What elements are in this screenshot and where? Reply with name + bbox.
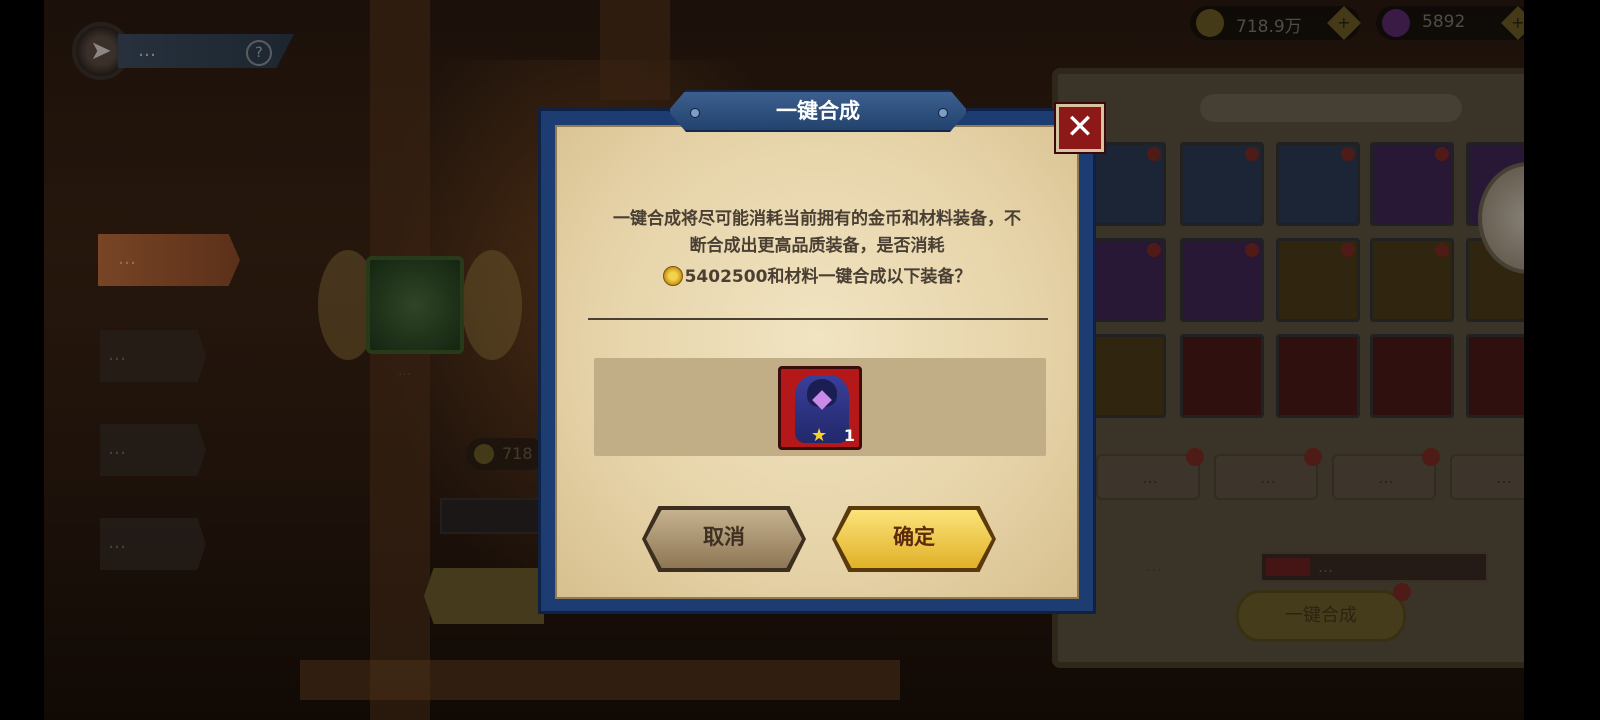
description-line-1: 一键合成将尽可能消耗当前拥有的金币和材料装备，不 xyxy=(613,209,1021,229)
close-button[interactable]: ✕ xyxy=(1054,102,1106,154)
star-icon: ★ xyxy=(811,425,828,446)
description-line-2: 断合成出更高品质装备，是否消耗 xyxy=(689,236,945,256)
cost-line: 5402500和材料一键合成以下装备？ xyxy=(586,264,1048,291)
gold-coin-icon xyxy=(662,266,683,286)
item-count: 1 xyxy=(843,426,855,445)
dialog-description: 一键合成将尽可能消耗当前拥有的金币和材料装备，不 断合成出更高品质装备，是否消耗 xyxy=(586,206,1048,260)
cancel-button[interactable]: 取消 xyxy=(646,510,802,568)
confirm-button[interactable]: 确定 xyxy=(836,510,992,568)
game-screen: ➤ … ? … … … … … 718 718.9万 + 5892 + … … … xyxy=(0,0,1600,720)
cost-amount: 5402500 xyxy=(684,267,768,287)
dialog-divider xyxy=(588,318,1048,320)
dialog-title: 一键合成 xyxy=(776,99,860,123)
close-x-icon: ✕ xyxy=(1065,107,1095,147)
cost-suffix: 和材料一键合成以下装备？ xyxy=(767,267,972,287)
result-equipment-item[interactable]: ★ 1 xyxy=(778,366,862,450)
